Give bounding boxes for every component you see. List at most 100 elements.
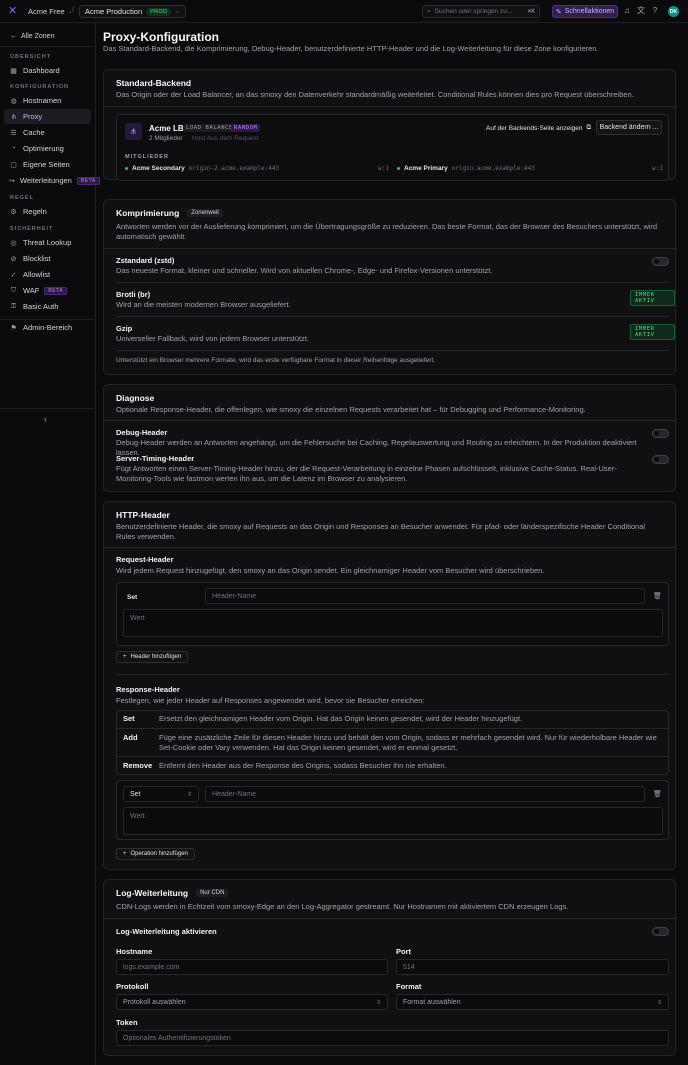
member-name: Acme Primary (404, 165, 448, 172)
protocol-placeholder: Protokoll auswählen (123, 998, 186, 1006)
row-divider (116, 350, 669, 351)
zstd-toggle[interactable] (652, 257, 669, 266)
quick-actions-button[interactable]: ✎ Schnellaktionen (552, 5, 618, 18)
protocol-label: Protokoll (116, 982, 149, 991)
sidebar-item-pages[interactable]: ▢ Eigene Seiten (4, 157, 91, 172)
sidebar-divider (0, 46, 96, 47)
redirect-icon: ↪ (9, 177, 15, 185)
response-header-value-input[interactable]: Wert (123, 807, 663, 835)
globe-icon: ◍ (10, 97, 17, 105)
log-forwarding-card: Log-Weiterleitung Nur CDN CDN-Logs werden… (103, 879, 677, 1056)
sidebar-item-basic-auth[interactable]: ⚿ Basic Auth (4, 299, 91, 314)
hostname-label: Hostname (116, 947, 153, 956)
status-dot (397, 167, 400, 170)
response-header-row: Set ⇕ Header-Name 🗑 Wert (116, 780, 669, 840)
brotli-title: Brotli (br) (116, 290, 151, 299)
sidebar-item-proxy[interactable]: ⋔ Proxy (4, 109, 91, 124)
sidebar-item-admin[interactable]: ⚑ Admin-Bereich (4, 320, 91, 335)
sidebar-item-label: Cache (23, 128, 45, 137)
compression-card: Komprimierung Zonenweit Antworten werden … (103, 199, 677, 375)
debug-header-toggle[interactable] (652, 429, 669, 438)
member-host: origin-2.acme.example:443 (188, 165, 280, 172)
chevron-updown-icon: ⇕ (186, 791, 192, 798)
sidebar-item-redirects[interactable]: ↪ Weiterleitungen BETA (4, 173, 100, 188)
translate-icon[interactable]: 文 (636, 6, 646, 16)
backend-title: Standard-Backend (116, 78, 192, 88)
sidebar-item-hostnames[interactable]: ◍ Hostnamen (4, 93, 91, 108)
search-input[interactable]: ⌕ Suchen oder springen zu... ⌘K (422, 5, 540, 18)
add-operation-button[interactable]: + Operation hinzufügen (116, 848, 195, 860)
chevron-updown-icon: ⇕ (656, 999, 662, 1006)
add-header-button[interactable]: + Header hinzufügen (116, 651, 189, 663)
port-input[interactable]: 514 (396, 959, 669, 975)
sidebar-item-blocklist[interactable]: ⊘ Blocklist (4, 251, 91, 266)
sidebar-item-label: Regeln (23, 207, 47, 216)
section-security: SICHERHEIT (10, 226, 54, 232)
format-select[interactable]: Format auswählen ⇕ (396, 994, 669, 1010)
zstd-description: Das neueste Format, kleiner und schnelle… (116, 266, 493, 275)
response-op-select[interactable]: Set ⇕ (123, 786, 199, 802)
card-divider (104, 420, 677, 421)
page-title: Proxy-Konfiguration (103, 30, 219, 44)
beta-badge: BETA (44, 286, 68, 295)
change-backend-button[interactable]: Backend ändern ... (596, 120, 662, 135)
members-label: MITGLIEDER (125, 154, 169, 160)
token-input[interactable]: Optionales Authentifizierungstoken (116, 1030, 669, 1046)
sidebar-item-dashboard[interactable]: ▦ Dashboard (4, 63, 91, 78)
plus-icon: + (123, 654, 127, 660)
bell-icon[interactable]: ♫ (622, 6, 632, 16)
response-header-title: Response-Header (116, 685, 180, 694)
sidebar-item-optimization[interactable]: ◔ Optimierung (4, 141, 91, 156)
http-headers-card: HTTP-Header Benutzerdefinierte Header, d… (103, 501, 677, 870)
hostname-input[interactable]: logs.example.com (116, 959, 388, 975)
response-header-description: Festlegen, wie jeder Header auf Response… (116, 696, 425, 705)
trash-icon[interactable]: 🗑 (653, 790, 662, 798)
avatar[interactable]: DK (668, 6, 679, 17)
log-forwarding-title: Log-Weiterleitung Nur CDN (116, 888, 229, 898)
view-backends-link[interactable]: Auf der Backends-Seite anzeigen ⧉ (486, 124, 591, 132)
zone-name: Acme Free (28, 7, 65, 16)
op-value: Füge eine zusätzliche Zeile für diesen H… (159, 733, 657, 752)
sidebar-item-allowlist[interactable]: ✓ Allowlist (4, 267, 91, 282)
sidebar-item-waf[interactable]: ⛉ WAF BETA (4, 283, 91, 298)
collapse-sidebar-icon[interactable]: ‹ (44, 414, 47, 424)
gzip-title: Gzip (116, 324, 133, 333)
search-shortcut: ⌘K (527, 8, 535, 15)
backend-name: Acme LB (149, 124, 184, 133)
row-divider (116, 282, 669, 283)
enable-log-forwarding-label: Log-Weiterleitung aktivieren (116, 927, 217, 936)
token-label: Token (116, 1018, 138, 1027)
sidebar-item-rules[interactable]: ⚙ Regeln (4, 204, 91, 219)
request-header-value-input[interactable]: Wert (123, 609, 663, 637)
environment-switcher[interactable]: Acme Production PROD ⌄ (79, 5, 187, 18)
help-icon[interactable]: ? (650, 6, 660, 16)
section-overview: ÜBERSICHT (10, 54, 52, 60)
debug-header-description: Debug-Header werden an Antworten angehän… (116, 438, 637, 457)
zone-switcher[interactable]: Acme Free ⌄ (28, 5, 73, 18)
op-key: Remove (123, 761, 153, 770)
card-divider (104, 106, 677, 107)
logo-icon[interactable]: ✕ (8, 6, 18, 17)
file-icon: ▢ (10, 161, 17, 169)
response-header-name-input[interactable]: Header-Name (205, 786, 645, 802)
sidebar-item-threat-lookup[interactable]: ◎ Threat Lookup (4, 235, 91, 250)
row-divider (116, 674, 669, 675)
sidebar-item-label: Basic Auth (23, 302, 59, 311)
back-to-zones-link[interactable]: ← Alle Zonen (10, 33, 54, 40)
sidebar-item-label: Proxy (23, 112, 43, 121)
op-value: Ersetzt den gleichnamigen Header vom Ori… (159, 714, 523, 723)
arrow-left-icon: ← (10, 33, 17, 40)
network-icon: ⋔ (10, 113, 17, 121)
load-balancer-icon: ⋔ (125, 123, 142, 140)
server-timing-toggle[interactable] (652, 455, 669, 464)
op-key: Set (123, 714, 135, 723)
log-forwarding-toggle[interactable] (652, 927, 669, 936)
sidebar-item-cache[interactable]: ☰ Cache (4, 125, 91, 140)
card-divider (104, 918, 677, 919)
sidebar-item-label: Blocklist (23, 254, 51, 263)
external-link-icon: ⧉ (586, 124, 592, 131)
request-header-name-input[interactable]: Header-Name (205, 588, 645, 604)
trash-icon[interactable]: 🗑 (653, 592, 662, 600)
request-header-description: Wird jedem Request hinzugefügt, den smox… (116, 566, 545, 575)
protocol-select[interactable]: Protokoll auswählen ⇕ (116, 994, 388, 1010)
